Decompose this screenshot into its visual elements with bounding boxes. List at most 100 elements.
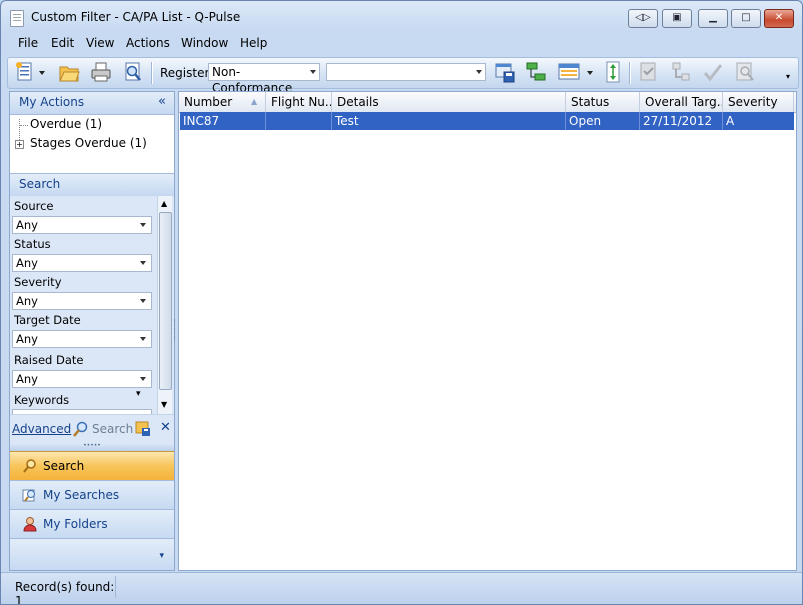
close-button[interactable]: ✕: [764, 9, 794, 28]
column-header-overall-target[interactable]: Overall Targ...: [640, 92, 723, 112]
column-header-severity[interactable]: Severity: [723, 92, 794, 112]
action-list-icon[interactable]: [638, 61, 660, 83]
menu-file[interactable]: File: [18, 36, 38, 50]
print-icon[interactable]: [90, 61, 112, 83]
saved-searches-icon: [22, 489, 35, 502]
user-folder-icon: [23, 517, 37, 532]
my-actions-title: My Actions: [19, 95, 85, 109]
search-button[interactable]: Search: [92, 422, 133, 436]
chevron-down-icon: [310, 70, 316, 74]
configure-buttons-icon[interactable]: ▾: [159, 542, 164, 570]
menu-actions[interactable]: Actions: [126, 36, 170, 50]
severity-value: Any: [16, 294, 38, 308]
scroll-thumb[interactable]: [159, 212, 172, 390]
open-folder-icon[interactable]: [58, 61, 80, 83]
raised-date-label: Raised Date: [14, 353, 84, 367]
source-select[interactable]: Any: [12, 216, 152, 234]
column-header-status[interactable]: Status: [566, 92, 640, 112]
tile-windows-button[interactable]: ◁▷: [628, 9, 658, 28]
new-dropdown-icon[interactable]: [39, 71, 45, 75]
expand-node-icon[interactable]: +: [15, 140, 24, 149]
chevron-down-icon: [140, 377, 146, 381]
raised-date-select[interactable]: Any: [12, 370, 152, 388]
column-header-flight-number[interactable]: Flight Nu...: [266, 92, 332, 112]
source-value: Any: [16, 218, 38, 232]
sort-ascending-icon: ▲: [251, 97, 258, 106]
severity-select[interactable]: Any: [12, 292, 152, 310]
window-title: Custom Filter - CA/PA List - Q-Pulse: [31, 10, 241, 24]
target-date-label: Target Date: [14, 313, 81, 327]
column-header-number[interactable]: Number ▲: [179, 92, 266, 112]
clear-search-icon[interactable]: ✕: [160, 420, 171, 435]
expand-rows-icon[interactable]: [602, 61, 624, 83]
results-grid: Number ▲ Flight Nu... Details Status Over…: [178, 91, 797, 571]
register-select[interactable]: Non-Conformance: [208, 63, 320, 95]
search-title: Search: [19, 177, 61, 191]
nav-my-folders[interactable]: My Folders: [10, 509, 174, 538]
app-document-icon: [10, 10, 24, 27]
keywords-options-icon[interactable]: ▾: [136, 389, 141, 399]
cascade-windows-button[interactable]: ▣: [662, 9, 692, 28]
column-number-label: Number: [184, 95, 233, 109]
minimize-button[interactable]: ▁: [698, 9, 728, 28]
hierarchy-view-icon[interactable]: [525, 61, 547, 83]
search-header: Search: [10, 173, 174, 197]
advanced-link[interactable]: Advanced: [12, 422, 71, 436]
nav-my-searches-label: My Searches: [43, 488, 120, 502]
new-document-icon[interactable]: [14, 61, 36, 83]
nav-search-label: Search: [43, 459, 85, 473]
search-form-scrollbar[interactable]: ▲ ▼: [157, 196, 172, 414]
menu-edit[interactable]: Edit: [51, 36, 74, 50]
main-toolbar: Register Non-Conformance ▾: [7, 57, 799, 95]
left-panel: My Actions « Overdue (1) + Stages Overdu…: [9, 91, 175, 571]
chevron-down-icon: [140, 299, 146, 303]
filter-select[interactable]: [326, 63, 486, 81]
status-panel: Record(s) found: 1: [7, 576, 116, 604]
nav-my-searches[interactable]: My Searches: [10, 480, 174, 509]
collapse-panel-icon[interactable]: «: [158, 92, 166, 112]
chevron-down-icon: [140, 337, 146, 341]
search-icon: [72, 420, 90, 438]
scroll-up-icon[interactable]: ▲: [161, 199, 167, 208]
cell-severity: A: [726, 114, 735, 128]
my-actions-header: My Actions «: [10, 92, 174, 115]
nav-my-folders-label: My Folders: [43, 517, 108, 531]
menu-help[interactable]: Help: [240, 36, 267, 50]
list-view-icon[interactable]: [558, 61, 580, 83]
column-header-details[interactable]: Details: [332, 92, 566, 112]
nav-overflow-bar: ▾: [10, 538, 174, 570]
view-dropdown-icon[interactable]: [587, 71, 593, 75]
search-form: Source Any Status Any Severity Any Targe…: [10, 196, 174, 444]
nav-search[interactable]: Search: [10, 451, 174, 480]
toolbar-separator: [151, 62, 153, 84]
menu-window[interactable]: Window: [181, 36, 228, 50]
tree-item-stages-overdue[interactable]: Stages Overdue (1): [30, 136, 147, 150]
grid-header: Number ▲ Flight Nu... Details Status Over…: [179, 92, 796, 113]
panel-splitter[interactable]: •••••: [10, 443, 174, 451]
workflow-icon[interactable]: [670, 61, 692, 83]
cell-flight-number: [266, 112, 332, 130]
search-actions-bar: Advanced Search ✕: [10, 414, 174, 445]
edit-document-icon[interactable]: [734, 61, 756, 83]
source-label: Source: [14, 199, 54, 213]
approve-check-icon[interactable]: [702, 61, 724, 83]
chevron-down-icon: [140, 261, 146, 265]
save-search-icon[interactable]: [494, 61, 516, 83]
status-value: Any: [16, 256, 38, 270]
tree-item-overdue[interactable]: Overdue (1): [30, 117, 102, 131]
main-window: Custom Filter - CA/PA List - Q-Pulse ◁▷ …: [0, 0, 803, 605]
chevron-down-icon: [140, 223, 146, 227]
cell-details: Test: [332, 112, 566, 130]
maximize-button[interactable]: □: [731, 9, 761, 28]
keywords-label: Keywords: [14, 393, 70, 407]
target-date-select[interactable]: Any: [12, 330, 152, 348]
raised-date-value: Any: [16, 372, 38, 386]
print-preview-icon[interactable]: [122, 61, 144, 83]
table-row[interactable]: INC87 Test Open 27/11/2012 A: [180, 112, 794, 130]
toolbar-overflow-icon[interactable]: ▾: [786, 72, 790, 81]
scroll-down-icon[interactable]: ▼: [161, 400, 167, 409]
search-icon: [23, 459, 36, 473]
save-search-icon[interactable]: [135, 420, 151, 436]
menu-view[interactable]: View: [86, 36, 114, 50]
status-select[interactable]: Any: [12, 254, 152, 272]
